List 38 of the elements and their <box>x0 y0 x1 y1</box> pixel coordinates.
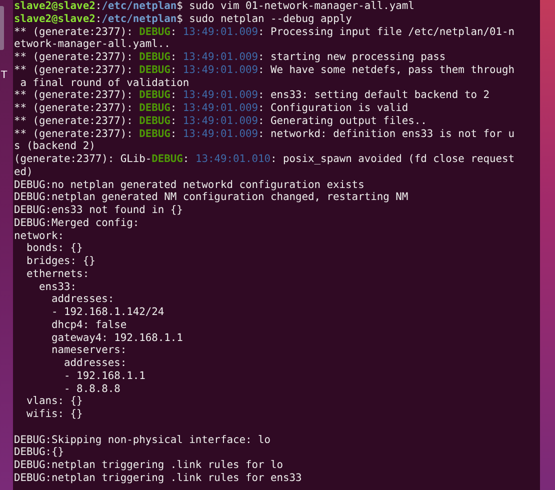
terminal-line: bridges: {} <box>26 255 96 268</box>
terminal-line: ** (generate:2377): DEBUG: 13:49:01.009: We have some netdefs, pass them through <box>14 64 514 76</box>
terminal-line: ens33: <box>38 280 77 294</box>
terminal-line: gateway4: 192.168.1.1 <box>50 332 183 344</box>
terminal-line: - 192.168.1.142/24 <box>50 306 164 319</box>
terminal-line: bonds: {} <box>26 242 83 255</box>
terminal-line: - 8.8.8.8 <box>63 382 120 396</box>
terminal-line: ** (generate:2377): DEBUG: 13:49:01.009: Generating output files.. <box>14 114 427 128</box>
terminal-line: s (backend 2) <box>14 140 96 153</box>
terminal-line: wifis: {} <box>26 408 83 421</box>
terminal-line: ed) <box>14 166 33 178</box>
desktop-icon-label: T <box>1 70 8 82</box>
terminal-line: DEBUG:ens33 not found in {} <box>14 204 183 217</box>
terminal-line: DEBUG:netplan triggering .link rules for ens33 <box>14 472 302 484</box>
terminal-line: ** (generate:2377): DEBUG: 13:49:01.009: ens33: setting default backend to 2 <box>14 89 490 102</box>
terminal-line: DEBUG:no netplan generated networkd configuration exists <box>14 178 364 192</box>
terminal-line: ** (generate:2377): DEBUG: 13:49:01.009: Processing input file /etc/netplan/01-n <box>14 26 514 38</box>
terminal-line: network: <box>14 230 64 242</box>
terminal-line: DEBUG:Merged config: <box>14 216 140 230</box>
terminal-line: dhcp4: false <box>50 318 127 332</box>
terminal-line: ** (generate:2377): DEBUG: 13:49:01.009: starting new processing pass <box>14 51 446 64</box>
terminal-line: DEBUG:netplan generated NM configuration changed, restarting NM <box>14 191 408 204</box>
terminal-line: addresses: <box>50 293 114 306</box>
terminal-line: etwork-manager-all.yaml.. <box>14 38 170 51</box>
terminal-line: a final round of validation <box>19 76 190 90</box>
terminal-line: vlans: {} <box>26 395 83 408</box>
terminal-line: slave2@slave2:/etc/netplan$ sudo vim 01-network-manager-all.yaml <box>14 0 414 13</box>
terminal-line: slave2@slave2:/etc/netplan$ sudo netplan --debug apply <box>14 12 352 26</box>
terminal-line: DEBUG:netplan triggering .link rules for lo <box>14 459 283 472</box>
terminal-line: nameservers: <box>50 344 127 357</box>
terminal-line: (generate:2377): GLib-DEBUG: 13:49:01.010: posix_spawn avoided (fd close request <box>14 153 514 166</box>
terminal-line: - 192.168.1.1 <box>63 370 146 382</box>
terminal-line: addresses: <box>63 357 127 370</box>
terminal-line: ethernets: <box>26 268 90 280</box>
terminal-line: DEBUG:Skipping non-physical interface: lo <box>14 434 270 446</box>
terminal-line: DEBUG:{} <box>14 446 64 459</box>
terminal-line: ** (generate:2377): DEBUG: 13:49:01.009: networkd: definition ens33 is not for u <box>14 128 514 140</box>
terminal-line: ** (generate:2377): DEBUG: 13:49:01.009: Configuration is valid <box>14 102 408 115</box>
